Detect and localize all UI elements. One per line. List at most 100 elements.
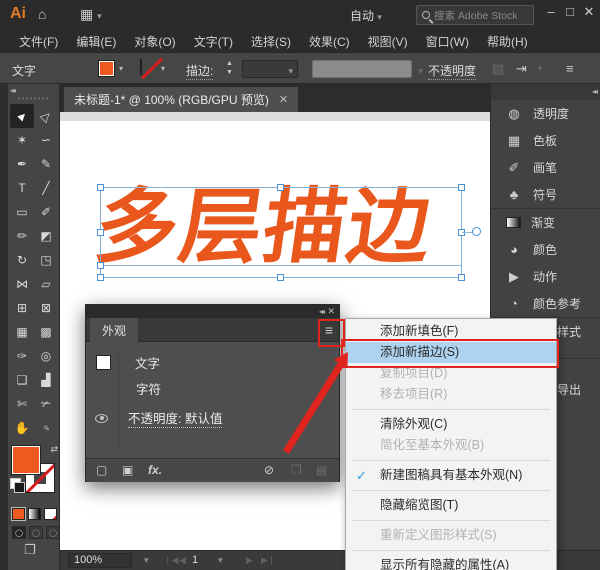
- scale-tool[interactable]: ◳: [34, 248, 58, 272]
- blend-tool[interactable]: ◎: [34, 344, 58, 368]
- menu-help[interactable]: 帮助(H): [478, 33, 537, 50]
- document-tab[interactable]: 未标题-1* @ 100% (RGB/GPU 预览) ✕: [64, 87, 298, 112]
- zoom-level-field[interactable]: 100%: [68, 553, 132, 568]
- appearance-panel-titlebar[interactable]: ◂◂ ✕: [86, 305, 339, 318]
- eyedropper-tool[interactable]: ✑: [10, 344, 34, 368]
- stroke-weight-dropdown[interactable]: ▾: [242, 60, 298, 78]
- color-button[interactable]: [12, 508, 25, 520]
- stroke-color-swatch[interactable]: [140, 59, 142, 75]
- draw-inside-mode-button[interactable]: ◯: [46, 526, 60, 539]
- perspective-grid-tool[interactable]: ⊠: [34, 296, 58, 320]
- clear-appearance-icon[interactable]: ⊘: [264, 463, 274, 477]
- delete-item-icon[interactable]: ▤: [316, 463, 327, 477]
- visibility-eye-icon[interactable]: [95, 414, 108, 423]
- shaper-tool[interactable]: ✏: [10, 224, 34, 248]
- menu-edit[interactable]: 编辑(E): [67, 33, 125, 50]
- panel-grip[interactable]: [18, 97, 48, 100]
- magic-wand-tool[interactable]: ✶: [10, 128, 34, 152]
- prev-artboard-icon[interactable]: ◀: [179, 555, 186, 566]
- appearance-row-type[interactable]: 文字: [86, 350, 339, 374]
- selection-handle-ne[interactable]: [458, 184, 465, 191]
- type-tool[interactable]: T: [10, 176, 34, 200]
- fill-chevron-icon[interactable]: ▾: [119, 64, 123, 73]
- panel-tab-swatches[interactable]: ▦色板: [491, 127, 600, 154]
- opacity-label[interactable]: 不透明度: [428, 62, 476, 80]
- align-chevron-icon[interactable]: ▾: [538, 64, 542, 73]
- align-icon[interactable]: ⇥: [516, 61, 527, 77]
- width-tool[interactable]: ⋈: [10, 272, 34, 296]
- menu-window[interactable]: 窗口(W): [417, 33, 478, 50]
- panel-tab-color-guide[interactable]: ◔颜色参考: [491, 290, 600, 317]
- selection-handle-s[interactable]: [277, 274, 284, 281]
- mesh-tool[interactable]: ▦: [10, 320, 34, 344]
- gradient-button[interactable]: [28, 508, 41, 520]
- panel-tab-actions[interactable]: ▶动作: [491, 263, 600, 290]
- gradient-tool[interactable]: ▩: [34, 320, 58, 344]
- hand-tool[interactable]: ✋: [10, 416, 34, 440]
- free-transform-tool[interactable]: ▱: [34, 272, 58, 296]
- duplicate-item-icon[interactable]: ❐: [291, 463, 302, 477]
- menu-item-add-new-fill[interactable]: 添加新填色(F): [346, 321, 556, 342]
- panel-tab-color[interactable]: ◕颜色: [491, 236, 600, 263]
- paintbrush-tool[interactable]: ✐: [34, 200, 58, 224]
- expand-panels-icon[interactable]: ◂◂: [592, 87, 596, 96]
- screen-mode-button[interactable]: ❐: [24, 542, 36, 558]
- next-artboard-icon[interactable]: ▶: [246, 555, 253, 566]
- artboard-tool[interactable]: ❏: [10, 368, 34, 392]
- none-button[interactable]: [44, 508, 57, 520]
- add-new-stroke-icon[interactable]: ▢: [96, 463, 107, 477]
- selection-handle-nw[interactable]: [97, 184, 104, 191]
- menu-effect[interactable]: 效果(C): [300, 33, 359, 50]
- tab-close-icon[interactable]: ✕: [279, 93, 288, 106]
- default-fill-stroke-icon[interactable]: [10, 478, 21, 489]
- shape-builder-tool[interactable]: ⊞: [10, 296, 34, 320]
- rotate-tool[interactable]: ↻: [10, 248, 34, 272]
- panel-tab-transparency[interactable]: ◍透明度: [491, 100, 600, 127]
- last-artboard-icon[interactable]: ▶❘: [261, 555, 275, 566]
- panel-tab-brushes[interactable]: ✐画笔: [491, 154, 600, 181]
- menu-type[interactable]: 文字(T): [185, 33, 242, 50]
- pen-tool[interactable]: ✒: [10, 152, 34, 176]
- selection-handle-n[interactable]: [277, 184, 284, 191]
- add-new-effect-icon[interactable]: fx.: [148, 463, 162, 477]
- menu-item-add-new-stroke[interactable]: 添加新描边(S): [346, 342, 556, 363]
- panel-options-icon[interactable]: ≡: [566, 61, 574, 76]
- zoom-tool[interactable]: ♀: [34, 416, 58, 440]
- fill-color-swatch[interactable]: [98, 60, 115, 77]
- brush-definition-dropdown[interactable]: ▾: [312, 60, 412, 78]
- search-input[interactable]: 搜索 Adobe Stock: [416, 5, 534, 25]
- maximize-button[interactable]: □: [561, 4, 579, 19]
- direct-selection-tool[interactable]: ▷: [34, 104, 58, 128]
- collapse-panel-icon[interactable]: ◂◂: [10, 86, 14, 95]
- first-artboard-icon[interactable]: ❘◀: [164, 555, 178, 566]
- panel-menu-icon[interactable]: ≡: [325, 322, 333, 338]
- collapse-panel-icon[interactable]: ◂◂: [319, 307, 323, 316]
- style-icon[interactable]: ▨: [492, 61, 504, 77]
- stroke-weight-label[interactable]: 描边:: [186, 62, 213, 80]
- arrange-documents-icon[interactable]: ▦ ▾: [80, 6, 102, 23]
- fill-indicator[interactable]: [12, 446, 40, 474]
- line-segment-tool[interactable]: ╱: [34, 176, 58, 200]
- menu-item-new-art-basic-appearance[interactable]: ✓新建图稿具有基本外观(N): [346, 465, 556, 486]
- artboard-chevron-icon[interactable]: ▾: [218, 555, 223, 566]
- zoom-chevron-icon[interactable]: ▾: [144, 555, 149, 566]
- graph-tool[interactable]: ▟: [34, 368, 58, 392]
- swap-fill-stroke-icon[interactable]: ⇄: [50, 444, 58, 455]
- draw-normal-mode-button[interactable]: ◯: [12, 526, 26, 539]
- menu-object[interactable]: 对象(O): [125, 33, 184, 50]
- appearance-row-opacity[interactable]: 不透明度: 默认值: [86, 406, 339, 430]
- panel-tab-gradient[interactable]: 渐变: [491, 209, 600, 236]
- menu-item-show-all-hidden-attributes[interactable]: 显示所有隐藏的属性(A): [346, 555, 556, 570]
- stroke-chevron-icon[interactable]: ▾: [161, 64, 165, 73]
- draw-behind-mode-button[interactable]: ◯: [29, 526, 43, 539]
- menu-select[interactable]: 选择(S): [242, 33, 300, 50]
- close-button[interactable]: ✕: [580, 4, 598, 20]
- selection-handle-w[interactable]: [97, 229, 104, 236]
- tab-appearance[interactable]: 外观: [90, 318, 138, 342]
- eraser-tool[interactable]: ◩: [34, 224, 58, 248]
- stroke-weight-stepper[interactable]: ▲▼: [226, 59, 233, 77]
- knife-tool[interactable]: ✃: [34, 392, 58, 416]
- panel-close-icon[interactable]: ✕: [327, 306, 335, 317]
- menu-file[interactable]: 文件(F): [10, 33, 67, 50]
- panel-tab-symbols[interactable]: ♣符号: [491, 181, 600, 208]
